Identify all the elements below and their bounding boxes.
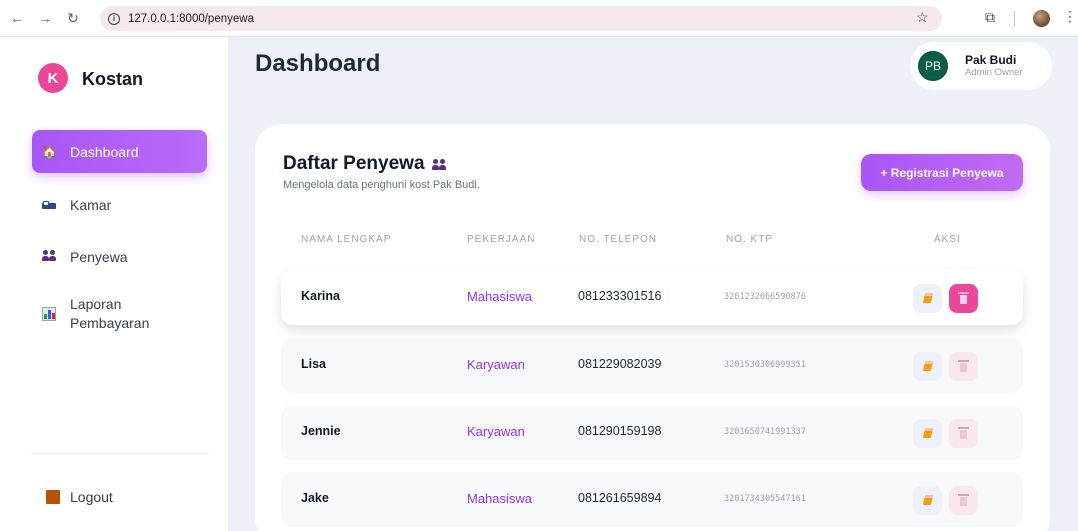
sidebar-item-kamar[interactable]: Kamar: [32, 191, 207, 219]
table-row: Jennie Karyawan 081290159198 32016507419…: [281, 405, 1023, 460]
table-row: Jake Mahasiswa 081261659894 320173430554…: [281, 472, 1023, 527]
tenant-name: Jake: [301, 491, 329, 505]
tenant-ktp: 3201650741991337: [724, 427, 806, 437]
tenant-card: Daftar Penyewa Mengelola data penghuni k…: [255, 124, 1050, 531]
back-icon[interactable]: ←: [4, 5, 30, 31]
pencil-icon: [922, 428, 934, 438]
table-row: Karina Mahasiswa 081233301516 3201232666…: [281, 270, 1023, 325]
url-text: 127.0.0.1:8000/penyewa: [128, 12, 254, 25]
bookmark-star-icon[interactable]: ☆: [916, 9, 929, 26]
tenant-phone: 081290159198: [578, 424, 662, 438]
tenant-job: Karyawan: [467, 424, 525, 439]
sidebar-item-laporan[interactable]: Laporan Pembayaran: [32, 291, 207, 337]
delete-button[interactable]: [949, 419, 978, 448]
people-icon: [42, 250, 56, 264]
tenant-ktp: 3201734305547161: [724, 494, 806, 504]
page-title: Dashboard: [255, 50, 381, 77]
edit-button[interactable]: [913, 352, 942, 381]
chart-icon: [42, 307, 56, 321]
sidebar-item-penyewa[interactable]: Penyewa: [32, 243, 207, 271]
tenant-ktp: 3201232666590876: [724, 292, 806, 302]
card-title: Daftar Penyewa: [283, 153, 425, 174]
browser-toolbar: ← → ↻ i 127.0.0.1:8000/penyewa ☆ ⧉ ⋮: [0, 0, 1078, 37]
column-header: NAMA LENGKAP: [301, 234, 392, 245]
forward-icon[interactable]: →: [32, 5, 58, 31]
reload-icon[interactable]: ↻: [60, 5, 86, 31]
sidebar-item-label: Penyewa: [70, 249, 128, 265]
trash-icon: [958, 494, 969, 506]
house-icon: 🏠: [42, 144, 57, 159]
logo-icon: K: [38, 63, 68, 93]
edit-button[interactable]: [913, 419, 942, 448]
profile-avatar-icon[interactable]: [1033, 10, 1050, 27]
app-name: Kostan: [82, 69, 144, 89]
column-header: NO. TELEPON: [579, 234, 658, 245]
sidebar-item-dashboard[interactable]: 🏠 Dashboard: [32, 130, 207, 173]
sidebar-item-label: Dashboard: [70, 143, 139, 160]
sidebar-item-label: Laporan Pembayaran: [70, 296, 150, 331]
tenant-phone: 081261659894: [578, 491, 662, 505]
column-header: NO. KTP: [726, 234, 774, 245]
logout-button[interactable]: Logout: [32, 484, 207, 510]
user-profile-card[interactable]: PB Pak Budi Admin Owner: [910, 42, 1052, 90]
address-bar[interactable]: i 127.0.0.1:8000/penyewa: [100, 6, 942, 31]
table-row: Lisa Karyawan 081229082039 3201530306999…: [281, 338, 1023, 393]
tenant-job: Mahasiswa: [467, 491, 533, 506]
logout-label: Logout: [70, 489, 113, 505]
card-title-wrap: Daftar Penyewa: [283, 153, 446, 175]
user-role: Admin Owner: [965, 67, 1023, 78]
delete-button[interactable]: [949, 352, 978, 381]
toolbar-divider: [1014, 11, 1015, 27]
browser-menu-icon[interactable]: ⋮: [1063, 8, 1077, 25]
extensions-icon[interactable]: ⧉: [985, 9, 995, 26]
sidebar-item-label: Kamar: [70, 197, 112, 213]
sidebar: K Kostan 🏠 Dashboard Kamar Penyewa Lapor…: [0, 37, 228, 531]
add-tenant-button[interactable]: + Registrasi Penyewa: [861, 154, 1023, 191]
column-header: PEKERJAAN: [467, 234, 536, 245]
trash-icon: [958, 427, 969, 439]
tenant-name: Lisa: [301, 357, 327, 371]
trash-icon: [958, 360, 969, 372]
edit-button[interactable]: [913, 486, 942, 515]
site-info-icon[interactable]: i: [108, 12, 120, 25]
tenant-ktp: 3201530306999351: [724, 360, 806, 370]
pencil-icon: [922, 361, 934, 371]
tenant-job: Mahasiswa: [467, 289, 533, 304]
pencil-icon: [922, 495, 934, 505]
tenant-phone: 081233301516: [578, 289, 662, 303]
edit-button[interactable]: [913, 284, 942, 313]
door-icon: [46, 490, 60, 504]
tenant-name: Karina: [301, 289, 340, 303]
pencil-icon: [922, 293, 934, 303]
people-icon: [431, 159, 446, 171]
tenant-name: Jennie: [301, 424, 341, 438]
avatar: PB: [918, 51, 948, 81]
tenant-job: Karyawan: [467, 357, 525, 372]
tenant-phone: 081229082039: [578, 357, 662, 371]
trash-icon: [958, 292, 969, 304]
sidebar-divider: [30, 453, 210, 454]
bed-icon: [42, 201, 56, 215]
user-name: Pak Budi: [965, 53, 1017, 67]
delete-button[interactable]: [949, 486, 978, 515]
card-subtitle: Mengelola data penghuni kost Pak Budi.: [283, 179, 480, 191]
column-header: AKSI: [934, 234, 961, 245]
delete-button[interactable]: [949, 284, 978, 313]
